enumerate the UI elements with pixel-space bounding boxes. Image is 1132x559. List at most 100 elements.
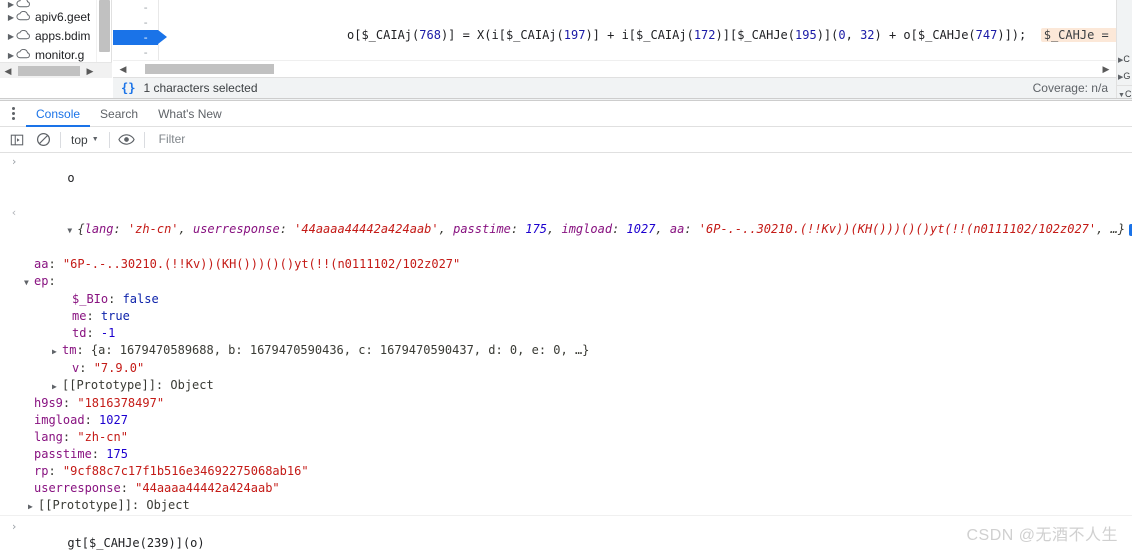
tree-item[interactable]: ▶	[0, 0, 111, 8]
cloud-icon	[16, 8, 32, 27]
code-editor[interactable]: - - - - o[$_CAIAj(768)] = X(i[$_CAIAj(19…	[113, 0, 1116, 60]
tab-console[interactable]: Console	[26, 101, 91, 127]
object-property-row[interactable]: v: "7.9.0"	[0, 360, 1132, 377]
property-key: aa	[34, 257, 49, 271]
rail-item-c[interactable]: ▶C	[1117, 51, 1132, 68]
prototype-key: [[Prototype]]	[62, 378, 156, 392]
object-prototype-row[interactable]: ▶ [[Prototype]]: Object	[0, 377, 1132, 395]
cloud-icon	[16, 27, 32, 46]
console-input-text: gt[$_CAHJe(239)](o)	[67, 536, 205, 550]
rail-label: C	[1124, 89, 1132, 98]
toolbar-divider	[108, 131, 110, 148]
rail-label: C	[1123, 54, 1130, 64]
output-marker-icon: ‹	[10, 206, 18, 219]
sources-panel: ▶ ▶ apiv6.geet ▶ apps.bdim ▶ monitor.g ◀…	[0, 0, 1132, 100]
object-property-row[interactable]: $_BIo: false	[0, 291, 1132, 308]
clear-console-icon[interactable]	[30, 127, 56, 153]
editor-lines[interactable]: o[$_CAIAj(768)] = X(i[$_CAIAj(197)] + i[…	[159, 0, 1116, 60]
scrollbar-thumb[interactable]	[18, 66, 80, 76]
object-property-row[interactable]: imgload: 1027	[0, 412, 1132, 429]
code-line-1[interactable]: o[$_CAIAj(768)] = X(i[$_CAIAj(197)] + i[…	[159, 28, 1116, 43]
chevron-right-icon[interactable]: ▶	[6, 27, 16, 46]
property-value: false	[122, 292, 159, 306]
property-key: ep	[34, 274, 49, 288]
drawer-tab-bar: Console Search What's New	[0, 101, 1132, 127]
object-property-row[interactable]: me: true	[0, 308, 1132, 325]
live-expression-eye-icon[interactable]	[114, 127, 140, 153]
console-toolbar: top ▼ Filter	[0, 127, 1132, 153]
tree-horizontal-scrollbar[interactable]: ◀ ▶	[0, 62, 112, 78]
gutter-line[interactable]: -	[113, 0, 158, 15]
scrollbar-thumb[interactable]	[99, 0, 110, 52]
property-value: "9cf88c7c17f1b516e34692275068ab16"	[62, 464, 309, 478]
gutter-line[interactable]: -	[113, 45, 158, 60]
expand-object-icon[interactable]: ▼	[67, 222, 77, 239]
expand-tm-icon[interactable]: ▶	[52, 343, 62, 360]
property-key: td	[72, 326, 87, 340]
scroll-left-arrow-icon[interactable]: ◀	[0, 63, 16, 79]
expand-prototype-icon[interactable]: ▶	[52, 378, 62, 395]
rail-item-c-open[interactable]: ▼C	[1117, 85, 1132, 98]
expand-ep-icon[interactable]: ▼	[24, 274, 34, 291]
preview-key: imgload	[561, 222, 613, 236]
object-property-row[interactable]: passtime: 175	[0, 446, 1132, 463]
filter-input[interactable]: Filter	[155, 130, 355, 149]
chevron-down-icon[interactable]: ▼	[92, 136, 99, 143]
console-output-object-row[interactable]: ‹ ▼ {lang: 'zh-cn', userresponse: '44aaaa4…	[0, 204, 1132, 256]
execution-context-selector[interactable]: top ▼	[65, 133, 105, 147]
expand-prototype-icon[interactable]: ▶	[28, 498, 38, 515]
console-input-row[interactable]: › gt[$_CAHJe(239)](o)	[0, 518, 1132, 559]
toolbar-divider	[143, 131, 145, 148]
object-property-row[interactable]: aa: "6P-.-..30210.(!!Kv))(KH()))()()yt(!…	[0, 256, 1132, 273]
editor-gutter[interactable]: - - - -	[113, 0, 167, 60]
kebab-menu-icon[interactable]	[0, 101, 26, 127]
tree-item-apiv6[interactable]: ▶ apiv6.geet	[0, 8, 111, 27]
object-property-row[interactable]: td: -1	[0, 325, 1132, 342]
console-message-list[interactable]: › o ‹ ▼ {lang: 'zh-cn', userresponse: '44aa…	[0, 153, 1132, 559]
chevron-right-icon[interactable]: ▶	[6, 8, 16, 27]
tree-item-apps[interactable]: ▶ apps.bdim	[0, 27, 111, 46]
object-property-row[interactable]: lang: "zh-cn"	[0, 429, 1132, 446]
sources-status-bar: {} 1 characters selected Coverage: n/a	[113, 77, 1116, 98]
preview-key: lang	[84, 222, 114, 236]
input-marker-icon: ›	[10, 155, 18, 168]
object-property-row[interactable]: rp: "9cf88c7c17f1b516e34692275068ab16"	[0, 463, 1132, 480]
tab-search[interactable]: Search	[90, 101, 148, 127]
gutter-line-selected[interactable]: -	[113, 30, 167, 45]
tree-item-label: apps.bdim	[35, 29, 91, 43]
context-label: top	[71, 132, 88, 147]
property-value: true	[100, 309, 130, 323]
tab-whats-new[interactable]: What's New	[148, 101, 232, 127]
chevron-right-icon[interactable]: ▶	[6, 0, 16, 8]
prototype-value: Object	[170, 378, 214, 392]
pretty-print-icon[interactable]: {}	[121, 81, 135, 95]
scroll-right-arrow-icon[interactable]: ▶	[82, 63, 98, 79]
property-key: lang	[34, 430, 63, 444]
show-console-sidebar-icon[interactable]	[4, 127, 30, 153]
preview-key: aa	[669, 222, 685, 236]
property-key: passtime	[34, 447, 92, 461]
gutter-line[interactable]: -	[113, 15, 158, 30]
property-key: rp	[34, 464, 49, 478]
debugger-sidebar-rail[interactable]: ▶C ▶G ▼C ➤s	[1116, 0, 1132, 98]
scroll-left-arrow-icon[interactable]: ◀	[115, 61, 131, 77]
rail-item-callstack[interactable]	[1117, 0, 1132, 51]
editor-horizontal-scrollbar[interactable]: ◀ ▶	[113, 60, 1116, 76]
property-key: h9s9	[34, 396, 63, 410]
object-prototype-row[interactable]: ▶ [[Prototype]]: Object	[0, 497, 1132, 516]
console-input-row[interactable]: › o	[0, 153, 1132, 204]
object-property-row-tm[interactable]: ▶ tm: {a: 1679470589688, b: 1679470590436…	[0, 342, 1132, 360]
object-property-row[interactable]: userresponse: "44aaaa44442a424aab"	[0, 480, 1132, 497]
prototype-key: [[Prototype]]	[38, 498, 132, 512]
property-value: "1816378497"	[77, 396, 165, 410]
object-property-row-ep[interactable]: ▼ ep:	[0, 273, 1132, 291]
tree-item-label	[35, 0, 38, 8]
property-key: imgload	[34, 413, 85, 427]
object-property-row[interactable]: h9s9: "1816378497"	[0, 395, 1132, 412]
coverage-label: Coverage: n/a	[1032, 81, 1108, 95]
scrollbar-thumb[interactable]	[145, 64, 274, 74]
scroll-right-arrow-icon[interactable]: ▶	[1098, 61, 1114, 77]
property-value: "6P-.-..30210.(!!Kv))(KH()))()()yt(!!(n0…	[62, 257, 461, 271]
rail-item-g[interactable]: ▶G	[1117, 68, 1132, 85]
preview-key: userresponse	[192, 222, 280, 236]
